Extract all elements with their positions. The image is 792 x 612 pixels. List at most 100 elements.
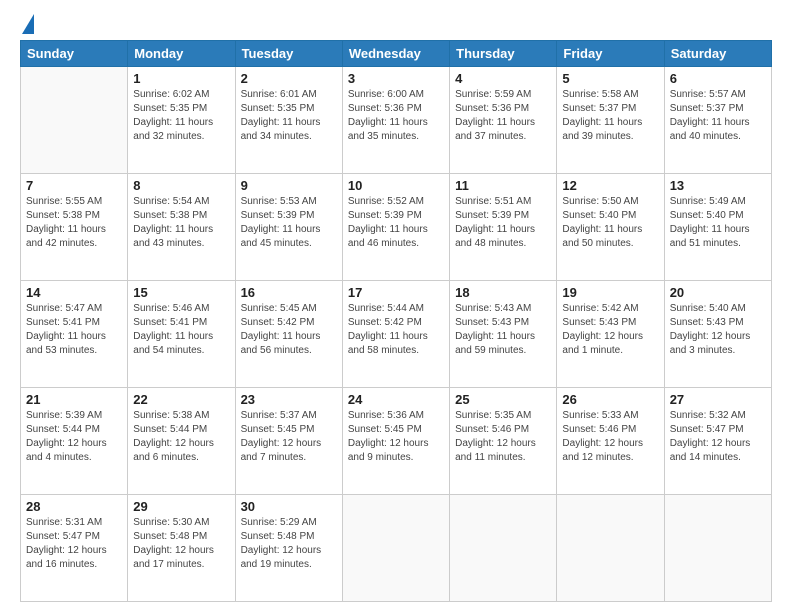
- day-info: Sunrise: 5:57 AMSunset: 5:37 PMDaylight:…: [670, 88, 766, 144]
- day-number: 27: [670, 392, 766, 407]
- day-number: 6: [670, 71, 766, 86]
- day-number: 14: [26, 285, 122, 300]
- calendar-cell: [450, 495, 557, 602]
- day-info: Sunrise: 5:32 AMSunset: 5:47 PMDaylight:…: [670, 409, 766, 465]
- day-info: Sunrise: 5:42 AMSunset: 5:43 PMDaylight:…: [562, 302, 658, 358]
- calendar-cell: 4 Sunrise: 5:59 AMSunset: 5:36 PMDaylight…: [450, 67, 557, 174]
- calendar-header-thursday: Thursday: [450, 41, 557, 67]
- calendar-table: SundayMondayTuesdayWednesdayThursdayFrid…: [20, 40, 772, 602]
- day-info: Sunrise: 5:38 AMSunset: 5:44 PMDaylight:…: [133, 409, 229, 465]
- day-info: Sunrise: 5:55 AMSunset: 5:38 PMDaylight:…: [26, 195, 122, 251]
- day-info: Sunrise: 5:30 AMSunset: 5:48 PMDaylight:…: [133, 516, 229, 572]
- day-info: Sunrise: 5:40 AMSunset: 5:43 PMDaylight:…: [670, 302, 766, 358]
- day-number: 15: [133, 285, 229, 300]
- calendar-cell: 2 Sunrise: 6:01 AMSunset: 5:35 PMDaylight…: [235, 67, 342, 174]
- day-info: Sunrise: 6:01 AMSunset: 5:35 PMDaylight:…: [241, 88, 337, 144]
- day-info: Sunrise: 5:51 AMSunset: 5:39 PMDaylight:…: [455, 195, 551, 251]
- calendar-cell: [21, 67, 128, 174]
- day-info: Sunrise: 5:46 AMSunset: 5:41 PMDaylight:…: [133, 302, 229, 358]
- calendar-week-row: 1Sunrise: 6:02 AMSunset: 5:35 PMDaylight…: [21, 67, 772, 174]
- calendar-cell: 14Sunrise: 5:47 AMSunset: 5:41 PMDayligh…: [21, 281, 128, 388]
- calendar-cell: 24 Sunrise: 5:36 AMSunset: 5:45 PMDayligh…: [342, 388, 449, 495]
- calendar-cell: 22 Sunrise: 5:38 AMSunset: 5:44 PMDayligh…: [128, 388, 235, 495]
- day-number: 18: [455, 285, 551, 300]
- day-number: 23: [241, 392, 337, 407]
- calendar-cell: 28 Sunrise: 5:31 AMSunset: 5:47 PMDayligh…: [21, 495, 128, 602]
- calendar-cell: 21Sunrise: 5:39 AMSunset: 5:44 PMDayligh…: [21, 388, 128, 495]
- calendar-week-row: 21Sunrise: 5:39 AMSunset: 5:44 PMDayligh…: [21, 388, 772, 495]
- day-number: 13: [670, 178, 766, 193]
- calendar-cell: 15 Sunrise: 5:46 AMSunset: 5:41 PMDayligh…: [128, 281, 235, 388]
- header: [20, 18, 772, 32]
- calendar-week-row: 7 Sunrise: 5:55 AMSunset: 5:38 PMDaylight…: [21, 174, 772, 281]
- day-info: Sunrise: 5:29 AMSunset: 5:48 PMDaylight:…: [241, 516, 337, 572]
- day-info: Sunrise: 5:43 AMSunset: 5:43 PMDaylight:…: [455, 302, 551, 358]
- calendar-header-tuesday: Tuesday: [235, 41, 342, 67]
- day-number: 9: [241, 178, 337, 193]
- calendar-cell: 1Sunrise: 6:02 AMSunset: 5:35 PMDaylight…: [128, 67, 235, 174]
- day-number: 8: [133, 178, 229, 193]
- calendar-week-row: 14Sunrise: 5:47 AMSunset: 5:41 PMDayligh…: [21, 281, 772, 388]
- logo-arrow-icon: [22, 14, 34, 34]
- calendar-cell: 17 Sunrise: 5:44 AMSunset: 5:42 PMDayligh…: [342, 281, 449, 388]
- day-number: 11: [455, 178, 551, 193]
- calendar-header-sunday: Sunday: [21, 41, 128, 67]
- calendar-cell: 7 Sunrise: 5:55 AMSunset: 5:38 PMDaylight…: [21, 174, 128, 281]
- calendar-cell: 11 Sunrise: 5:51 AMSunset: 5:39 PMDayligh…: [450, 174, 557, 281]
- calendar-cell: 5Sunrise: 5:58 AMSunset: 5:37 PMDaylight…: [557, 67, 664, 174]
- day-number: 4: [455, 71, 551, 86]
- day-number: 17: [348, 285, 444, 300]
- day-number: 7: [26, 178, 122, 193]
- calendar-cell: 3 Sunrise: 6:00 AMSunset: 5:36 PMDaylight…: [342, 67, 449, 174]
- calendar-cell: 18 Sunrise: 5:43 AMSunset: 5:43 PMDayligh…: [450, 281, 557, 388]
- calendar-header-friday: Friday: [557, 41, 664, 67]
- day-info: Sunrise: 5:36 AMSunset: 5:45 PMDaylight:…: [348, 409, 444, 465]
- day-number: 30: [241, 499, 337, 514]
- calendar-cell: [557, 495, 664, 602]
- calendar-header-wednesday: Wednesday: [342, 41, 449, 67]
- calendar-cell: [664, 495, 771, 602]
- day-info: Sunrise: 5:45 AMSunset: 5:42 PMDaylight:…: [241, 302, 337, 358]
- calendar-cell: 27 Sunrise: 5:32 AMSunset: 5:47 PMDayligh…: [664, 388, 771, 495]
- day-info: Sunrise: 6:00 AMSunset: 5:36 PMDaylight:…: [348, 88, 444, 144]
- day-number: 25: [455, 392, 551, 407]
- day-number: 5: [562, 71, 658, 86]
- calendar-cell: 20Sunrise: 5:40 AMSunset: 5:43 PMDayligh…: [664, 281, 771, 388]
- day-info: Sunrise: 5:31 AMSunset: 5:47 PMDaylight:…: [26, 516, 122, 572]
- calendar-cell: 26 Sunrise: 5:33 AMSunset: 5:46 PMDayligh…: [557, 388, 664, 495]
- day-number: 10: [348, 178, 444, 193]
- day-info: Sunrise: 5:44 AMSunset: 5:42 PMDaylight:…: [348, 302, 444, 358]
- calendar-cell: 13 Sunrise: 5:49 AMSunset: 5:40 PMDayligh…: [664, 174, 771, 281]
- logo: [20, 18, 34, 32]
- day-info: Sunrise: 5:35 AMSunset: 5:46 PMDaylight:…: [455, 409, 551, 465]
- calendar-cell: 12 Sunrise: 5:50 AMSunset: 5:40 PMDayligh…: [557, 174, 664, 281]
- day-number: 26: [562, 392, 658, 407]
- day-number: 12: [562, 178, 658, 193]
- calendar-cell: [342, 495, 449, 602]
- day-info: Sunrise: 5:49 AMSunset: 5:40 PMDaylight:…: [670, 195, 766, 251]
- day-number: 29: [133, 499, 229, 514]
- day-number: 2: [241, 71, 337, 86]
- day-info: Sunrise: 5:53 AMSunset: 5:39 PMDaylight:…: [241, 195, 337, 251]
- page: SundayMondayTuesdayWednesdayThursdayFrid…: [0, 0, 792, 612]
- calendar-cell: 9 Sunrise: 5:53 AMSunset: 5:39 PMDaylight…: [235, 174, 342, 281]
- calendar-header-saturday: Saturday: [664, 41, 771, 67]
- day-number: 3: [348, 71, 444, 86]
- calendar-cell: 29 Sunrise: 5:30 AMSunset: 5:48 PMDayligh…: [128, 495, 235, 602]
- day-info: Sunrise: 5:54 AMSunset: 5:38 PMDaylight:…: [133, 195, 229, 251]
- day-info: Sunrise: 5:52 AMSunset: 5:39 PMDaylight:…: [348, 195, 444, 251]
- day-number: 22: [133, 392, 229, 407]
- day-number: 28: [26, 499, 122, 514]
- day-info: Sunrise: 5:37 AMSunset: 5:45 PMDaylight:…: [241, 409, 337, 465]
- day-number: 16: [241, 285, 337, 300]
- day-info: Sunrise: 5:33 AMSunset: 5:46 PMDaylight:…: [562, 409, 658, 465]
- calendar-cell: 19Sunrise: 5:42 AMSunset: 5:43 PMDayligh…: [557, 281, 664, 388]
- day-number: 21: [26, 392, 122, 407]
- day-info: Sunrise: 5:50 AMSunset: 5:40 PMDaylight:…: [562, 195, 658, 251]
- calendar-cell: 30 Sunrise: 5:29 AMSunset: 5:48 PMDayligh…: [235, 495, 342, 602]
- calendar-cell: 6 Sunrise: 5:57 AMSunset: 5:37 PMDaylight…: [664, 67, 771, 174]
- calendar-header-monday: Monday: [128, 41, 235, 67]
- day-number: 24: [348, 392, 444, 407]
- day-info: Sunrise: 5:59 AMSunset: 5:36 PMDaylight:…: [455, 88, 551, 144]
- calendar-cell: 16 Sunrise: 5:45 AMSunset: 5:42 PMDayligh…: [235, 281, 342, 388]
